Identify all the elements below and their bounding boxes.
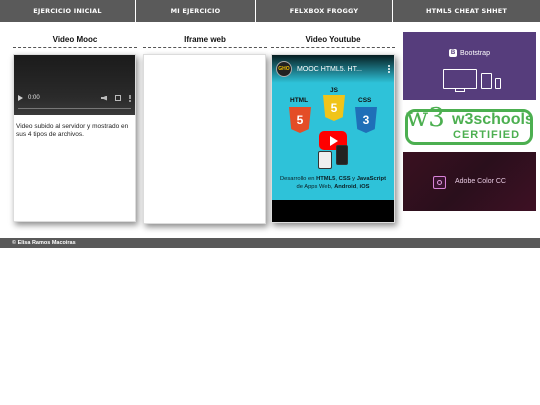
- iframe-web-frame[interactable]: [143, 54, 266, 224]
- adobe-color-icon: [433, 176, 446, 189]
- fullscreen-icon[interactable]: [115, 95, 121, 101]
- mooc-description: Video subido al servidor y mostrado en s…: [16, 123, 129, 138]
- youtube-bottom-bar: [272, 200, 394, 222]
- youtube-top-bar: GHO MOOC HTML5. HT...: [272, 55, 394, 83]
- mooc-card: 0:00 Video subido al servidor y mostrado…: [13, 54, 136, 222]
- tablet-icon: [481, 73, 492, 89]
- w3schools-logo: w3schools: [452, 111, 530, 128]
- column-iframe-web: Iframe web: [143, 34, 267, 48]
- divider: [271, 47, 395, 48]
- monitor-stand-icon: [455, 89, 465, 92]
- w3schools-certified-ad[interactable]: w3 w3schools CERTIFIED: [403, 101, 536, 150]
- play-icon[interactable]: [18, 95, 23, 101]
- css-label: CSS: [358, 97, 372, 104]
- nav-ejercicio-inicial[interactable]: EJERCICIO INICIAL: [0, 0, 136, 22]
- play-icon: [330, 135, 338, 146]
- phone-icon: [495, 78, 501, 89]
- column-title-iframe: Iframe web: [184, 35, 226, 44]
- youtube-embed[interactable]: GHO MOOC HTML5. HT... HTML JS CSS 5 5 3 …: [271, 54, 395, 223]
- youtube-video-title[interactable]: MOOC HTML5. HT...: [297, 66, 362, 73]
- column-title-mooc: Video Mooc: [52, 35, 98, 44]
- more-options-icon[interactable]: [129, 94, 131, 102]
- video-progress-bar[interactable]: [18, 108, 131, 109]
- bootstrap-icon: B: [449, 49, 457, 57]
- column-video-youtube: Video Youtube: [271, 34, 395, 48]
- monitor-icon: [443, 69, 477, 89]
- divider: [143, 47, 267, 48]
- phone-dark-icon: [336, 145, 348, 165]
- top-nav: EJERCICIO INICIAL MI EJERCICIO FELXBOX F…: [0, 0, 540, 22]
- more-options-icon[interactable]: [388, 65, 390, 73]
- youtube-description: Desarrollo en HTML5, CSS y JavaScript de…: [279, 176, 387, 190]
- youtube-thumbnail[interactable]: GHO MOOC HTML5. HT... HTML JS CSS 5 5 3 …: [272, 55, 394, 222]
- w3-certified-label: CERTIFIED: [453, 129, 521, 141]
- adobe-color-ad[interactable]: Adobe Color CC: [403, 152, 536, 211]
- channel-avatar[interactable]: GHO: [276, 61, 292, 77]
- bootstrap-ad[interactable]: B Bootstrap: [403, 32, 536, 100]
- footer: © Elisa Ramos Macoiras: [0, 238, 540, 248]
- column-title-youtube: Video Youtube: [305, 35, 361, 44]
- phone-icon: [318, 151, 332, 169]
- column-video-mooc: Video Mooc: [13, 34, 137, 48]
- html5-shield-icon: 5: [289, 107, 311, 133]
- video-controls: 0:00: [14, 89, 135, 107]
- js-label: JS: [330, 87, 338, 94]
- bootstrap-logo: B Bootstrap: [449, 49, 490, 57]
- nav-felxbox-froggy[interactable]: FELXBOX FROGGY: [256, 0, 393, 22]
- css3-shield-icon: 3: [355, 107, 377, 133]
- divider: [13, 47, 137, 48]
- bootstrap-label: Bootstrap: [460, 49, 490, 57]
- js-shield-icon: 5: [323, 95, 345, 121]
- video-time: 0:00: [28, 95, 40, 101]
- volume-icon[interactable]: [101, 95, 107, 101]
- nav-html5-cheat-sheet[interactable]: HTML5 CHEAT SHHET: [393, 0, 540, 22]
- nav-mi-ejercicio[interactable]: MI EJERCICIO: [136, 0, 256, 22]
- html-label: HTML: [290, 97, 309, 104]
- w3-brand-mark: w3: [406, 103, 445, 133]
- adobe-color-label: Adobe Color CC: [455, 178, 506, 185]
